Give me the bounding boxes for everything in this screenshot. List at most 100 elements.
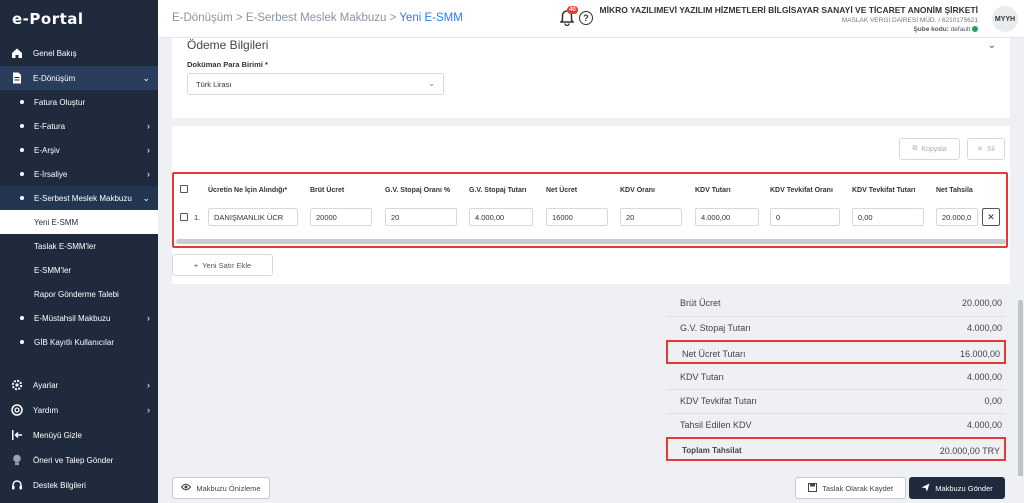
table-header: G.V. Stopaj Oranı %	[385, 187, 451, 194]
section-title: Ödeme Bilgileri	[187, 38, 269, 52]
sidebar-item-destek[interactable]: Destek Bilgileri	[0, 473, 158, 497]
sidebar-item-e-donusum[interactable]: E-Dönüşüm ⌄	[0, 66, 158, 90]
sidebar-item-menu-gizle[interactable]: Menüyü Gizle	[0, 423, 158, 447]
summary-row: KDV Tutarı 4.000,00	[666, 365, 1006, 389]
summary-label: Tahsil Edilen KDV	[680, 420, 752, 430]
breadcrumb-item[interactable]: E-Dönüşüm	[172, 12, 233, 24]
sidebar-item-label: Fatura Oluştur	[34, 97, 86, 107]
bullet-icon	[20, 148, 24, 152]
net-fee-input[interactable]: 16000	[546, 208, 608, 226]
description-input[interactable]: DANIŞMANLIK ÜCR	[208, 208, 298, 226]
vat-withholding-rate-input[interactable]: 0	[770, 208, 840, 226]
sidebar-item-e-fatura[interactable]: E-Fatura ›	[0, 114, 158, 138]
sidebar-item-overview[interactable]: Genel Bakış	[0, 41, 158, 65]
sidebar-item-label: Taslak E-SMM'ler	[34, 241, 96, 251]
summary-label: Net Ücret Tutarı	[682, 349, 746, 359]
sidebar-item-e-smm-list[interactable]: E-SMM'ler	[0, 258, 158, 282]
sidebar-item-label: Öneri ve Talep Gönder	[33, 455, 114, 465]
summary-label: KDV Tutarı	[680, 372, 725, 382]
send-label: Makbuzu Gönder	[935, 483, 993, 493]
footer-actions: Makbuzu Önizleme Taslak Olarak Kaydet Ma…	[158, 476, 1024, 503]
sidebar-item-taslak-e-smm[interactable]: Taslak E-SMM'ler	[0, 234, 158, 258]
summary-label: Toplam Tahsilat	[682, 446, 742, 455]
horizontal-scrollbar[interactable]	[176, 239, 1006, 244]
summary-value: 4.000,00	[966, 372, 1002, 382]
table-header: Net Ücret	[546, 187, 578, 194]
preview-button[interactable]: Makbuzu Önizleme	[172, 477, 270, 499]
close-icon: ✕	[977, 146, 984, 153]
company-name: MİKRO YAZILIMEVİ YAZILIM HİZMETLERİ BİLG…	[599, 5, 978, 15]
bullet-icon	[20, 196, 24, 200]
sidebar-item-label: E-Serbest Meslek Makbuzu	[34, 193, 132, 203]
avatar[interactable]: MYYH	[992, 6, 1018, 32]
branch-value: default	[950, 26, 971, 33]
sidebar-item-label: Menüyü Gizle	[33, 430, 82, 440]
sidebar-item-fatura-olustur[interactable]: Fatura Oluştur	[0, 90, 158, 114]
help-icon[interactable]: ?	[579, 11, 593, 25]
sidebar-item-label: Ayarlar	[33, 380, 59, 390]
delete-button[interactable]: ✕ Sil	[967, 138, 1005, 160]
add-row-button[interactable]: + Yeni Satır Ekle	[172, 254, 273, 276]
chevron-down-icon[interactable]: ⌄	[988, 40, 996, 51]
summary-row: G.V. Stopaj Tutarı 4.000,00	[666, 316, 1006, 340]
vat-rate-input[interactable]: 20	[620, 208, 682, 226]
summary-label: Brüt Ücret	[680, 298, 721, 308]
table-header: KDV Tevkifat Tutarı	[852, 187, 916, 194]
withholding-rate-input[interactable]: 20	[385, 208, 457, 226]
bullet-icon	[20, 316, 24, 320]
sidebar-item-label: E-Dönüşüm	[33, 73, 76, 83]
document-icon	[11, 72, 23, 84]
save-draft-button[interactable]: Taslak Olarak Kaydet	[795, 477, 906, 499]
vat-amount-input[interactable]: 4.000,00	[695, 208, 759, 226]
table-header: KDV Tutarı	[695, 187, 731, 194]
sidebar-item-label: GİB Kayıtlı Kullanıcılar	[34, 337, 115, 347]
sidebar-item-ayarlar[interactable]: Ayarlar ›	[0, 373, 158, 397]
breadcrumb-item[interactable]: E-Serbest Meslek Makbuzu	[246, 12, 387, 24]
breadcrumb-current: Yeni E-SMM	[399, 12, 463, 24]
withholding-amount-input[interactable]: 4.000,00	[469, 208, 533, 226]
table-header: G.V. Stopaj Tutarı	[469, 187, 527, 194]
vertical-scrollbar[interactable]	[1018, 300, 1023, 500]
notification-badge: 40	[567, 6, 578, 14]
sidebar-item-yardim[interactable]: Yardım ›	[0, 398, 158, 422]
chevron-right-icon: ›	[147, 380, 150, 390]
home-icon	[11, 47, 23, 59]
copy-button[interactable]: ⧉ Kopyala	[899, 138, 960, 160]
summary-label: G.V. Stopaj Tutarı	[680, 323, 751, 333]
sidebar-item-label: E-Müstahsil Makbuzu	[34, 313, 111, 323]
sidebar-item-yeni-e-smm[interactable]: Yeni E-SMM	[0, 210, 158, 234]
sidebar-item-oneri[interactable]: Öneri ve Talep Gönder	[0, 448, 158, 472]
select-all-checkbox[interactable]	[180, 185, 188, 193]
save-draft-label: Taslak Olarak Kaydet	[822, 483, 893, 493]
sidebar-item-e-arsiv[interactable]: E-Arşiv ›	[0, 138, 158, 162]
summary-value: 4.000,00	[966, 420, 1002, 430]
items-table: Ücretin Ne İçin Alındığı* Brüt Ücret G.V…	[172, 172, 1008, 248]
chevron-right-icon: ›	[147, 121, 150, 131]
row-checkbox[interactable]	[180, 213, 188, 221]
gear-icon	[11, 379, 23, 391]
payment-card: Ödeme Bilgileri ⌄ Doküman Para Birimi * …	[172, 38, 1010, 118]
company-info: MİKRO YAZILIMEVİ YAZILIM HİZMETLERİ BİLG…	[600, 5, 978, 33]
sidebar-item-rapor-gonderme[interactable]: Rapor Gönderme Talebi	[0, 282, 158, 306]
app-logo[interactable]: e-Portal	[0, 0, 158, 38]
table-header: KDV Tevkifat Oranı	[770, 187, 833, 194]
main-content: Ödeme Bilgileri ⌄ Doküman Para Birimi * …	[158, 38, 1024, 503]
sidebar-item-label: E-SMM'ler	[34, 265, 72, 275]
send-button[interactable]: Makbuzu Gönder	[909, 477, 1005, 499]
net-collection-input[interactable]: 20.000,0	[936, 208, 978, 226]
chevron-right-icon: ›	[147, 169, 150, 179]
vat-withholding-amount-input[interactable]: 0,00	[852, 208, 924, 226]
gross-fee-input[interactable]: 20000	[310, 208, 372, 226]
currency-value: Türk Lirası	[196, 80, 232, 89]
sidebar-item-e-irsaliye[interactable]: E-İrsaliye ›	[0, 162, 158, 186]
summary-row: Brüt Ücret 20.000,00	[666, 291, 1006, 315]
sidebar-item-gib-users[interactable]: GİB Kayıtlı Kullanıcılar	[0, 330, 158, 354]
sidebar-item-e-mustahsil[interactable]: E-Müstahsil Makbuzu ›	[0, 306, 158, 330]
lightbulb-icon	[11, 454, 23, 466]
currency-select[interactable]: Türk Lirası ⌄	[187, 73, 444, 95]
sidebar-item-e-smm[interactable]: E-Serbest Meslek Makbuzu ⌄	[0, 186, 158, 210]
table-header: KDV Oranı	[620, 187, 656, 194]
lifebuoy-icon	[11, 404, 23, 416]
summary-value: 20.000,00 TRY	[939, 446, 1000, 456]
remove-row-button[interactable]: ✕	[982, 208, 1000, 226]
